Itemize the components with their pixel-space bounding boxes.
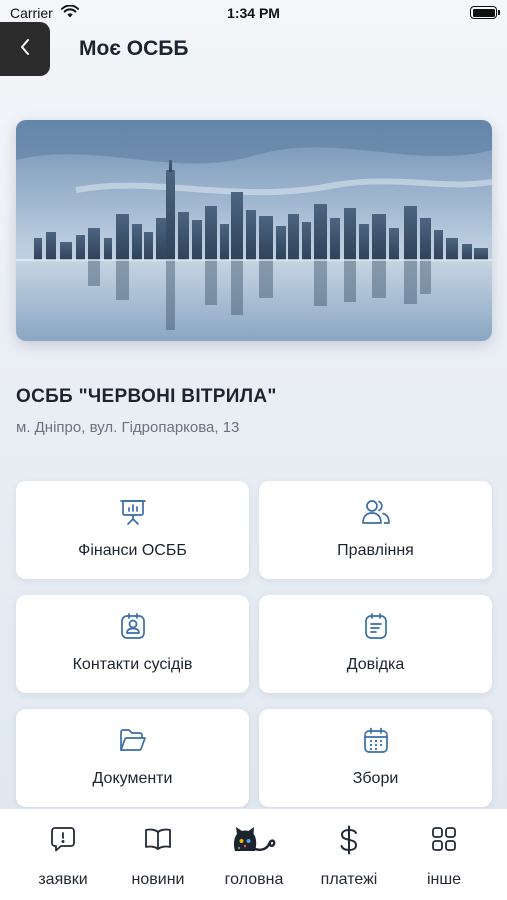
tab-other-label: інше: [426, 871, 462, 888]
people-icon: [259, 498, 492, 526]
presentation-chart-icon: [16, 498, 249, 526]
reference-tile[interactable]: Довідка: [259, 595, 492, 693]
finances-tile-label: Фінанси ОСББ: [78, 542, 187, 559]
battery-icon: [470, 6, 500, 19]
chevron-left-icon: [19, 38, 31, 61]
back-button[interactable]: [0, 22, 50, 76]
meetings-tile-label: Збори: [352, 770, 399, 787]
status-bar: Carrier 1:34 PM: [0, 0, 507, 28]
alert-message-icon: [13, 825, 113, 853]
documents-tile-label: Документи: [92, 770, 173, 787]
board-tile-label: Правління: [337, 542, 414, 559]
org-address: м. Дніпро, вул. Гідропаркова, 13: [16, 419, 240, 436]
reference-tile-label: Довідка: [346, 656, 405, 673]
org-name: ОСББ "ЧЕРВОНІ ВІТРИЛА": [16, 386, 277, 407]
book-icon: [108, 825, 208, 853]
neighbors-contacts-tile[interactable]: Контакти сусідів: [16, 595, 249, 693]
page-title: Моє ОСББ: [79, 37, 189, 60]
calendar-icon: [259, 726, 492, 754]
tab-payments-label: платежі: [320, 871, 378, 888]
tab-home[interactable]: головна: [204, 809, 304, 900]
meetings-tile[interactable]: Збори: [259, 709, 492, 807]
status-time: 1:34 PM: [227, 5, 280, 21]
documents-tile[interactable]: Документи: [16, 709, 249, 807]
tab-requests[interactable]: заявки: [13, 809, 113, 900]
tab-other[interactable]: інше: [394, 809, 494, 900]
dollar-icon: [299, 825, 399, 855]
grid-icon: [394, 825, 494, 853]
tab-payments[interactable]: платежі: [299, 809, 399, 900]
tab-news-label: новини: [131, 871, 185, 888]
board-tile[interactable]: Правління: [259, 481, 492, 579]
finances-tile[interactable]: Фінанси ОСББ: [16, 481, 249, 579]
tab-requests-label: заявки: [38, 871, 88, 888]
neighbors-contacts-tile-label: Контакти сусідів: [72, 656, 193, 673]
folder-icon: [16, 726, 249, 754]
tab-home-label: головна: [224, 871, 284, 888]
cat-logo-icon: [204, 825, 304, 855]
hero-image: [16, 120, 492, 341]
tab-news[interactable]: новини: [108, 809, 208, 900]
tab-bar: заявки новини головна платежі інше: [0, 808, 507, 900]
contact-badge-icon: [16, 612, 249, 640]
clipboard-icon: [259, 612, 492, 640]
